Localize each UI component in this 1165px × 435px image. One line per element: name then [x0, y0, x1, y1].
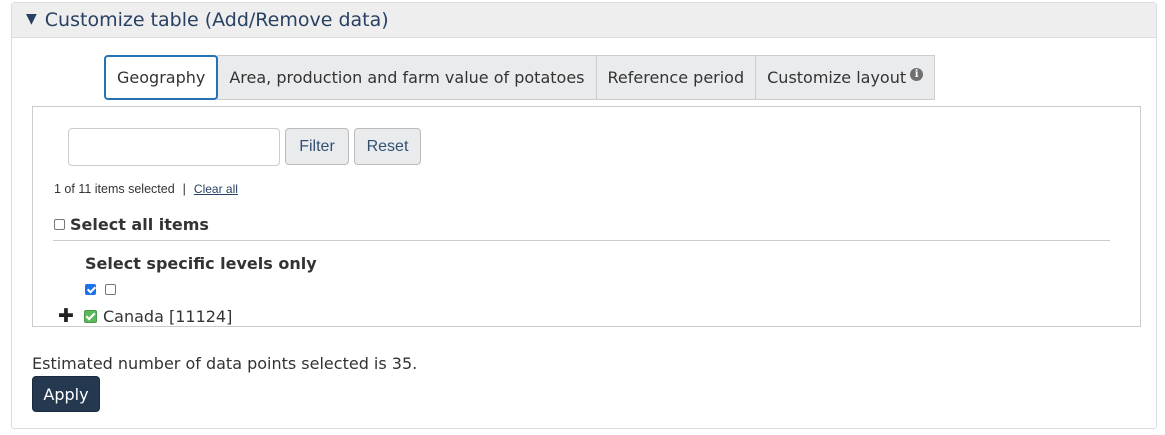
filter-button[interactable]: Filter: [285, 128, 349, 165]
customize-table-panel: ▼ Customize table (Add/Remove data) Geog…: [11, 2, 1157, 429]
tree-item: ✚ Canada [11124]: [58, 305, 232, 327]
select-all-label: Select all items: [70, 215, 209, 234]
tab-area-production[interactable]: Area, production and farm value of potat…: [217, 55, 597, 100]
tab-label: Customize layout: [767, 68, 907, 87]
apply-button[interactable]: Apply: [32, 376, 100, 412]
level-1-checkbox[interactable]: [85, 284, 96, 295]
tab-label: Geography: [117, 68, 206, 87]
level-2-checkbox[interactable]: [105, 284, 116, 295]
clear-all-link[interactable]: Clear all: [194, 182, 238, 196]
select-all-checkbox[interactable]: [54, 219, 65, 230]
tree-item-checkbox[interactable]: [84, 309, 97, 323]
separator: |: [182, 182, 186, 196]
info-icon[interactable]: i: [910, 68, 924, 81]
geography-tab-content: Filter Reset 1 of 11 items selected | Clea…: [32, 106, 1141, 327]
selection-count: 1 of 11 items selected | Clear all: [54, 182, 238, 196]
levels-title: Select specific levels only: [85, 254, 317, 273]
divider: [53, 240, 1110, 241]
reset-button[interactable]: Reset: [354, 128, 421, 165]
select-all-row: Select all items: [54, 215, 209, 234]
level-checkboxes: [85, 284, 116, 295]
tab-reference-period[interactable]: Reference period: [595, 55, 757, 100]
panel-header-toggle[interactable]: ▼ Customize table (Add/Remove data): [12, 3, 1156, 38]
tab-label: Reference period: [607, 68, 745, 87]
tab-label: Area, production and farm value of potat…: [229, 68, 585, 87]
tab-geography[interactable]: Geography: [104, 55, 219, 100]
tree-item-label: Canada [11124]: [103, 306, 233, 326]
estimate-text: Estimated number of data points selected…: [32, 354, 418, 373]
triangle-down-icon: ▼: [26, 11, 37, 27]
plus-icon[interactable]: ✚: [58, 305, 80, 327]
panel-title: Customize table (Add/Remove data): [44, 9, 389, 31]
tab-customize-layout[interactable]: Customize layout i: [755, 55, 936, 100]
tab-list: Geography Area, production and farm valu…: [104, 55, 936, 100]
filter-input[interactable]: [68, 128, 280, 166]
selection-count-text: 1 of 11 items selected: [54, 182, 175, 196]
